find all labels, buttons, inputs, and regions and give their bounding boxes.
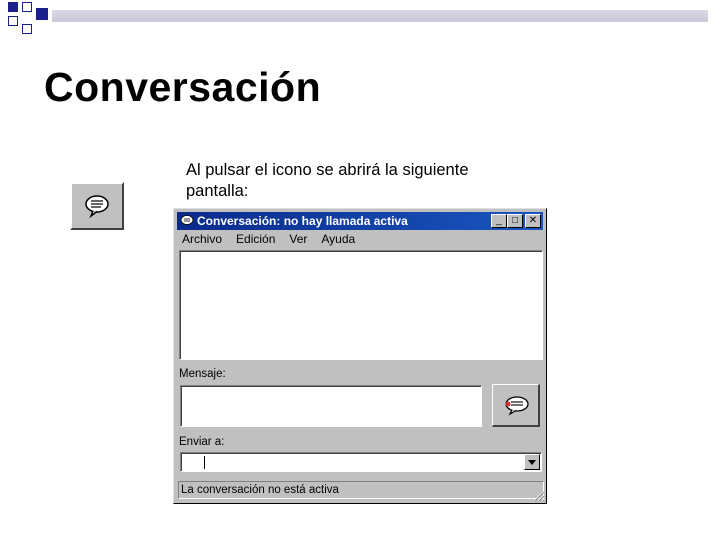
status-bar: La conversación no está activa — [178, 481, 544, 499]
conversation-history[interactable] — [179, 250, 543, 360]
chat-window: Conversación: no hay llamada activa _ □ … — [173, 208, 547, 504]
message-label: Mensaje: — [179, 368, 226, 380]
resize-grip-icon[interactable] — [533, 490, 545, 502]
dropdown-button[interactable] — [524, 454, 540, 470]
menu-archivo[interactable]: Archivo — [180, 232, 224, 246]
menu-ver[interactable]: Ver — [287, 232, 309, 246]
send-to-dropdown[interactable] — [180, 452, 542, 472]
text-cursor — [204, 456, 205, 469]
send-message-icon — [504, 396, 529, 416]
decorative-square — [8, 2, 18, 12]
speech-bubble-icon — [85, 195, 109, 218]
window-titlebar[interactable]: Conversación: no hay llamada activa _ □ … — [177, 212, 543, 230]
dropdown-arrow-icon — [528, 459, 536, 465]
minimize-button[interactable]: _ — [491, 214, 507, 228]
maximize-button[interactable]: □ — [507, 214, 523, 228]
page-title: Conversación — [44, 64, 322, 110]
message-input[interactable] — [180, 385, 482, 427]
chat-button[interactable] — [70, 182, 124, 230]
menu-edicion[interactable]: Edición — [234, 232, 277, 246]
decorative-square — [22, 24, 32, 34]
status-text: La conversación no está activa — [181, 484, 339, 496]
decorative-square — [22, 2, 32, 12]
send-to-label: Enviar a: — [179, 436, 225, 448]
send-button[interactable] — [492, 384, 540, 427]
menu-bar: Archivo Edición Ver Ayuda — [180, 232, 357, 246]
window-chat-icon — [180, 215, 194, 225]
window-title: Conversación: no hay llamada activa — [197, 214, 408, 228]
decorative-square — [8, 16, 18, 26]
decorative-bar — [52, 10, 708, 22]
menu-ayuda[interactable]: Ayuda — [319, 232, 357, 246]
decorative-square — [36, 8, 48, 20]
caption-text: Al pulsar el icono se abrirá la siguient… — [186, 161, 469, 200]
close-button[interactable]: ✕ — [525, 214, 541, 228]
